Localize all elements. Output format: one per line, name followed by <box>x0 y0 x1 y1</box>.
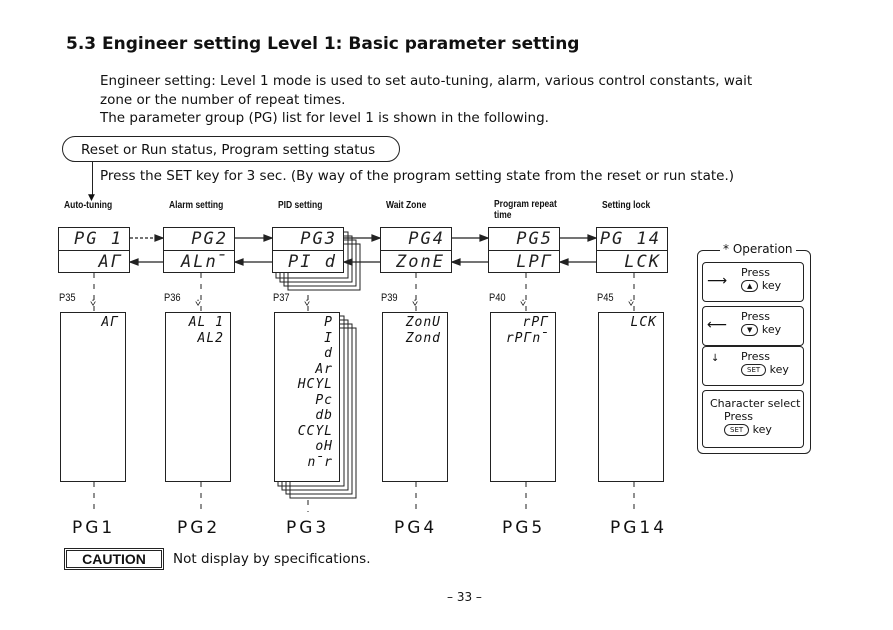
pg-display[interactable]: PG3 PI d <box>272 227 344 273</box>
column-heading: Auto-tuning <box>64 200 113 211</box>
legend-suffix: key <box>761 279 782 292</box>
parameter-item[interactable]: rPГn̄ <box>497 331 549 347</box>
column-heading: Program repeat time <box>494 199 557 221</box>
parameter-item[interactable]: rPГ <box>497 315 549 331</box>
left-arrow-icon: ⟵ <box>707 317 728 333</box>
page-reference: P36 <box>164 292 181 304</box>
parameter-item[interactable]: n̄r <box>281 455 333 471</box>
pg-display-bottom: LPГ <box>489 250 559 273</box>
down-key-icon: ▼ <box>741 324 759 336</box>
legend-label: Press <box>741 310 770 323</box>
page-reference: P45 <box>597 292 614 304</box>
column-heading: Setting lock <box>602 200 651 211</box>
legend-up-key: ⟶ Press ▲ key <box>702 262 804 302</box>
parameter-item[interactable]: Pc <box>281 393 333 409</box>
column-heading: PID setting <box>278 200 323 211</box>
legend-suffix: key <box>761 323 782 336</box>
pg-display[interactable]: PG2 ALn̄ <box>163 227 235 273</box>
pg-display-top: PG5 <box>516 229 553 249</box>
parameter-list: ZonU Zond <box>382 312 448 482</box>
down-arrow-icon: ↓ <box>711 353 720 364</box>
set-key-icon: SET <box>724 424 750 436</box>
down-arrow-icon: ⩒ <box>628 298 635 309</box>
parameter-item[interactable]: HCYL <box>281 377 333 393</box>
down-arrow-icon: ⩒ <box>90 298 97 309</box>
manual-page: 5.3 Engineer setting Level 1: Basic para… <box>0 0 893 630</box>
pg-display-bottom: ALn̄ <box>164 250 234 273</box>
legend-down-key: ⟵ Press ▼ key <box>702 306 804 346</box>
up-key-icon: ▲ <box>741 280 759 292</box>
column-heading: Alarm setting <box>169 200 224 211</box>
pg-label: PG4 <box>394 518 438 538</box>
down-arrow-icon: ⩒ <box>412 298 419 309</box>
parameter-list: AL 1 AL2 <box>165 312 231 482</box>
parameter-item[interactable]: P <box>281 315 333 331</box>
pg-display[interactable]: PG5 LPГ <box>488 227 560 273</box>
right-arrow-icon: ⟶ <box>707 273 728 289</box>
pg-display[interactable]: PG4 ZonE <box>380 227 452 273</box>
parameter-item[interactable]: I <box>281 331 333 347</box>
down-arrow-icon: ⩒ <box>520 298 527 309</box>
pg-display-top: PG 14 <box>599 229 661 249</box>
parameter-item[interactable]: oH <box>281 439 333 455</box>
parameter-list: AГ <box>60 312 126 482</box>
pg-display-bottom: LCK <box>597 250 667 273</box>
pg-display-top: PG4 <box>408 229 445 249</box>
pg-label: PG5 <box>502 518 546 538</box>
legend-label: Press <box>741 350 770 363</box>
page-reference: P39 <box>381 292 398 304</box>
parameter-item[interactable]: AГ <box>67 315 119 331</box>
pg-label: PG1 <box>72 518 116 538</box>
parameter-item[interactable]: AL 1 <box>172 315 224 331</box>
pg-display-bottom: ZonE <box>381 250 451 273</box>
set-key-icon: SET <box>741 364 767 376</box>
legend-suffix: key <box>769 363 789 376</box>
page-number: – 33 – <box>447 590 482 604</box>
page-reference: P40 <box>489 292 506 304</box>
parameter-list: rPГ rPГn̄ <box>490 312 556 482</box>
caution-label: CAUTION <box>64 548 164 570</box>
parameter-item[interactable]: Zond <box>389 331 441 347</box>
pg-display-bottom: PI d <box>273 250 343 273</box>
pg-display[interactable]: PG 14 LCK <box>596 227 668 273</box>
parameter-list: P Id Ar HCYL Pc db CCYL oH n̄r <box>274 312 340 482</box>
parameter-item[interactable]: Ar <box>281 362 333 378</box>
column-heading: Wait Zone <box>386 200 427 211</box>
legend-label: Character select <box>710 397 801 410</box>
legend-set-key: ↓ Press SET key <box>702 346 804 386</box>
parameter-item[interactable]: CCYL <box>281 424 333 440</box>
operation-title: * Operation <box>720 242 796 256</box>
legend-label: Press <box>741 266 770 279</box>
pg-display[interactable]: PG 1 AГ <box>58 227 130 273</box>
pg-label: PG3 <box>286 518 330 538</box>
pg-display-top: PG2 <box>191 229 228 249</box>
page-reference: P37 <box>273 292 290 304</box>
legend-suffix: key <box>752 423 772 436</box>
caution-text: Not display by specifications. <box>173 551 371 567</box>
parameter-item[interactable]: ZonU <box>389 315 441 331</box>
parameter-item[interactable]: LCK <box>605 315 657 331</box>
parameter-item[interactable]: db <box>281 408 333 424</box>
pg-display-top: PG3 <box>300 229 337 249</box>
legend-label: Press <box>724 410 753 423</box>
pg-label: PG2 <box>177 518 221 538</box>
parameter-item[interactable]: AL2 <box>172 331 224 347</box>
down-arrow-icon: ⩒ <box>195 298 202 309</box>
pg-display-top: PG 1 <box>74 229 123 249</box>
parameter-item[interactable]: d <box>281 346 333 362</box>
parameter-list: LCK <box>598 312 664 482</box>
legend-char-select: Character select Press SET key <box>702 390 804 448</box>
page-reference: P35 <box>59 292 76 304</box>
down-arrow-icon: ⩒ <box>304 298 311 309</box>
pg-label: PG14 <box>610 518 668 538</box>
pg-display-bottom: AГ <box>59 250 129 273</box>
